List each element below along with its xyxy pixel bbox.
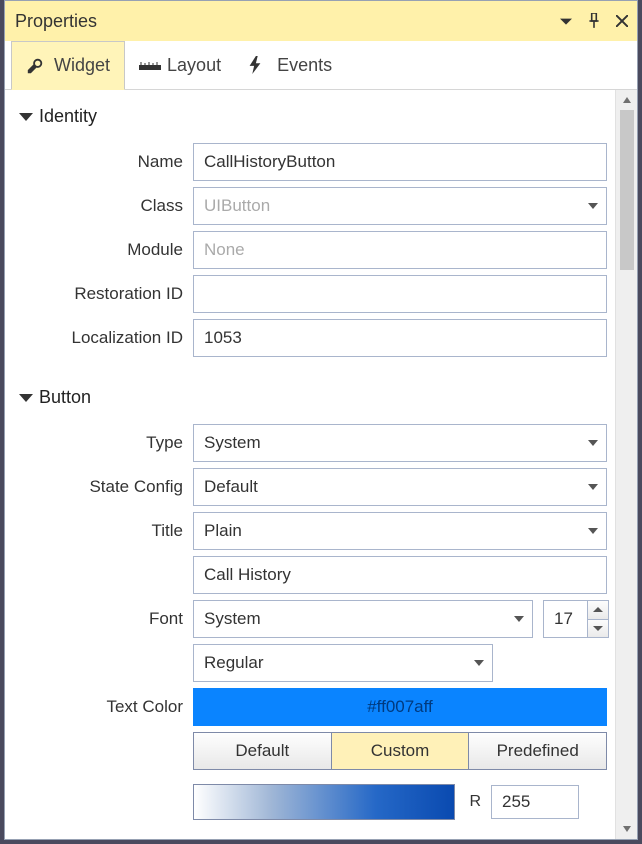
panel-title: Properties xyxy=(15,11,97,32)
scroll-track[interactable] xyxy=(620,110,634,819)
color-mode-predefined[interactable]: Predefined xyxy=(469,733,606,769)
class-combo[interactable]: UIButton xyxy=(193,187,607,225)
row-localization-id: Localization ID xyxy=(15,319,607,357)
title-text-input[interactable] xyxy=(193,556,607,594)
caret-down-icon xyxy=(19,394,33,402)
tabstrip: Widget Layout Events xyxy=(5,41,637,90)
localization-id-input[interactable] xyxy=(193,319,607,357)
row-font-weight: Regular xyxy=(15,644,607,682)
section-identity-header[interactable]: Identity xyxy=(15,94,613,137)
tab-widget[interactable]: Widget xyxy=(11,41,125,90)
label-type: Type xyxy=(15,433,193,453)
scroll-up-icon[interactable] xyxy=(617,90,637,110)
scroll-thumb[interactable] xyxy=(620,110,634,270)
label-text-color: Text Color xyxy=(15,697,193,717)
color-mode-segment: Default Custom Predefined xyxy=(193,732,607,770)
caret-down-icon xyxy=(19,113,33,121)
title-mode-combo[interactable]: Plain xyxy=(193,512,607,550)
font-family-value: System xyxy=(204,609,261,629)
chevron-down-icon xyxy=(474,660,484,666)
class-placeholder: UIButton xyxy=(204,196,270,216)
tab-label: Events xyxy=(277,55,332,76)
state-config-combo[interactable]: Default xyxy=(193,468,607,506)
font-size-input[interactable] xyxy=(543,600,587,638)
section-button-header[interactable]: Button xyxy=(15,375,613,418)
pin-icon[interactable] xyxy=(587,14,601,28)
row-class: Class UIButton xyxy=(15,187,607,225)
tab-label: Layout xyxy=(167,55,221,76)
bolt-icon xyxy=(249,56,267,74)
label-localization-id: Localization ID xyxy=(15,328,193,348)
row-name: Name xyxy=(15,143,607,181)
font-size-spinner[interactable] xyxy=(543,600,607,638)
row-type: Type System xyxy=(15,424,607,462)
text-color-swatch[interactable]: #ff007aff xyxy=(193,688,607,726)
type-value: System xyxy=(204,433,261,453)
name-input[interactable] xyxy=(193,143,607,181)
chevron-down-icon xyxy=(588,528,598,534)
tab-events[interactable]: Events xyxy=(235,41,346,89)
content-wrap: Identity Name Class UIButton Module xyxy=(5,90,637,839)
restoration-id-input[interactable] xyxy=(193,275,607,313)
titlebar: Properties xyxy=(5,1,637,41)
row-title-mode: Title Plain xyxy=(15,512,607,550)
scroll-down-icon[interactable] xyxy=(617,819,637,839)
chevron-down-icon xyxy=(588,203,598,209)
section-title: Button xyxy=(39,387,91,408)
state-config-value: Default xyxy=(204,477,258,497)
row-state-config: State Config Default xyxy=(15,468,607,506)
row-color-mode: Default Custom Predefined xyxy=(15,732,607,770)
tab-layout[interactable]: Layout xyxy=(125,41,235,89)
type-combo[interactable]: System xyxy=(193,424,607,462)
row-font: Font System xyxy=(15,600,607,638)
tab-label: Widget xyxy=(54,55,110,76)
color-gradient-picker[interactable] xyxy=(193,784,455,820)
color-mode-custom[interactable]: Custom xyxy=(332,733,470,769)
vertical-scrollbar[interactable] xyxy=(615,90,637,839)
titlebar-buttons xyxy=(559,14,629,28)
chevron-down-icon xyxy=(593,626,603,631)
label-restoration-id: Restoration ID xyxy=(15,284,193,304)
window-menu-icon[interactable] xyxy=(559,14,573,28)
properties-panel: Properties Widget Layout xyxy=(4,0,638,840)
label-class: Class xyxy=(15,196,193,216)
row-text-color: Text Color #ff007aff xyxy=(15,688,607,726)
chevron-up-icon xyxy=(593,607,603,612)
content-scroll[interactable]: Identity Name Class UIButton Module xyxy=(5,90,615,839)
label-name: Name xyxy=(15,152,193,172)
rgb-r-label: R xyxy=(465,793,481,811)
close-icon[interactable] xyxy=(615,14,629,28)
title-mode-value: Plain xyxy=(204,521,242,541)
module-placeholder: None xyxy=(204,240,245,260)
label-state-config: State Config xyxy=(15,477,193,497)
font-weight-combo[interactable]: Regular xyxy=(193,644,493,682)
rgb-r-row: R xyxy=(465,785,579,819)
label-title: Title xyxy=(15,521,193,541)
ruler-icon xyxy=(139,56,157,74)
spin-down[interactable] xyxy=(588,619,608,638)
color-mode-default[interactable]: Default xyxy=(194,733,332,769)
font-family-combo[interactable]: System xyxy=(193,600,533,638)
rgb-r-input[interactable] xyxy=(491,785,579,819)
font-weight-value: Regular xyxy=(204,653,264,673)
row-color-picker: R xyxy=(15,784,607,820)
label-font: Font xyxy=(15,609,193,629)
chevron-down-icon xyxy=(588,484,598,490)
section-title: Identity xyxy=(39,106,97,127)
wrench-icon xyxy=(26,57,44,75)
chevron-down-icon xyxy=(588,440,598,446)
text-color-hex: #ff007aff xyxy=(367,697,433,717)
label-module: Module xyxy=(15,240,193,260)
spin-up[interactable] xyxy=(588,601,608,619)
row-module: Module None xyxy=(15,231,607,269)
chevron-down-icon xyxy=(514,616,524,622)
row-restoration-id: Restoration ID xyxy=(15,275,607,313)
row-title-text xyxy=(15,556,607,594)
module-input[interactable]: None xyxy=(193,231,607,269)
